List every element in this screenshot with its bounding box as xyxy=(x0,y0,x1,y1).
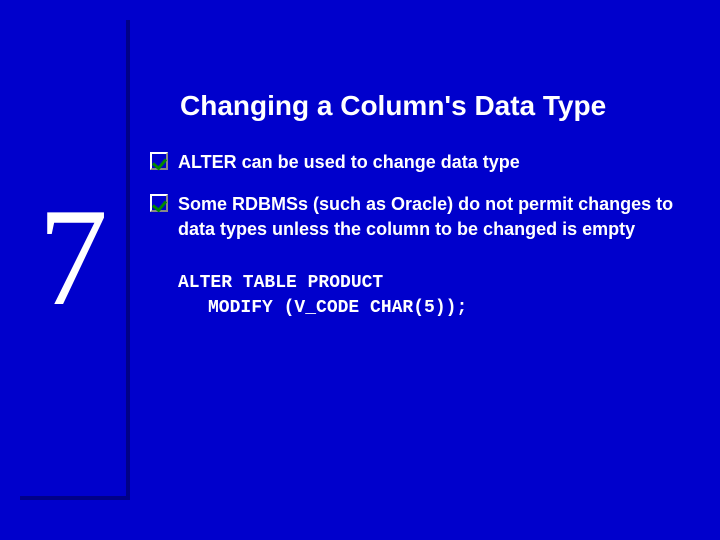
code-line: ALTER TABLE PRODUCT xyxy=(178,271,690,296)
slide-title: Changing a Column's Data Type xyxy=(180,90,690,122)
bullet-text: ALTER can be used to change data type xyxy=(178,150,520,174)
checkbox-icon xyxy=(150,152,168,170)
bullet-item: ALTER can be used to change data type xyxy=(150,150,690,174)
code-block: ALTER TABLE PRODUCT MODIFY (V_CODE CHAR(… xyxy=(178,271,690,321)
chapter-sidebar: 7 xyxy=(20,20,130,500)
bullet-item: Some RDBMSs (such as Oracle) do not perm… xyxy=(150,192,690,241)
code-line: MODIFY (V_CODE CHAR(5)); xyxy=(208,296,690,321)
slide-content: Changing a Column's Data Type ALTER can … xyxy=(150,90,690,321)
checkbox-icon xyxy=(150,194,168,212)
bullet-text: Some RDBMSs (such as Oracle) do not perm… xyxy=(178,192,690,241)
chapter-number: 7 xyxy=(38,188,108,328)
